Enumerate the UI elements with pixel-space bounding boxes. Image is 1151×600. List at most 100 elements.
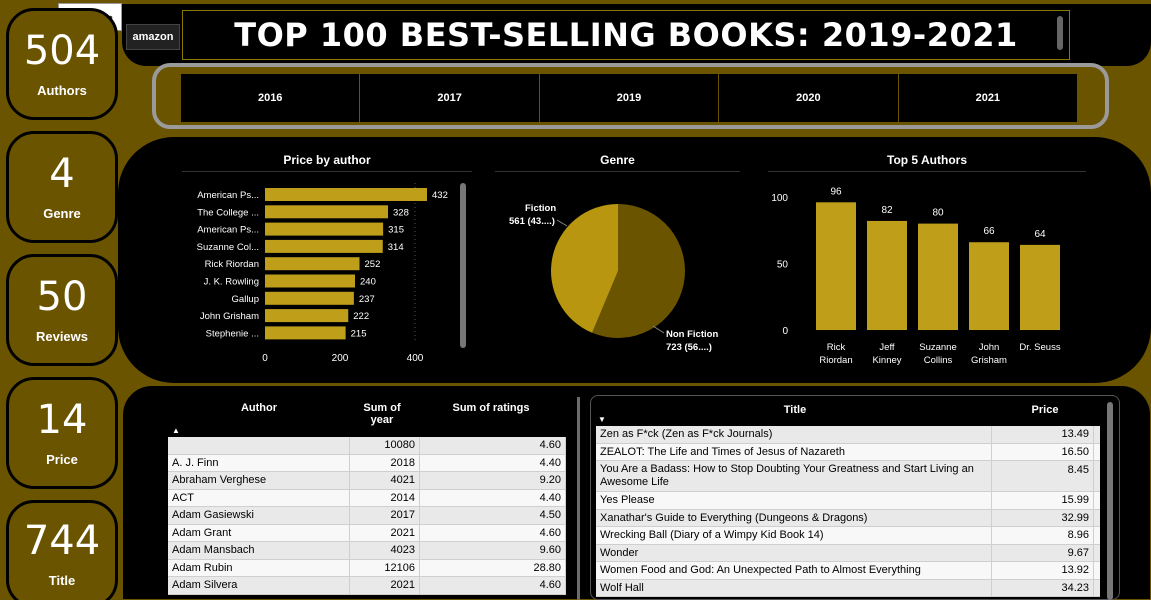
kpi-value: 14	[36, 396, 88, 443]
year-button-2021[interactable]: 2021	[899, 74, 1077, 122]
table-cell: Wonder	[596, 544, 992, 561]
table-cell: 2021	[350, 524, 420, 541]
bar	[265, 188, 427, 201]
bar-category-label: John Grisham	[200, 311, 259, 322]
pie-leader-line	[652, 325, 665, 334]
table-row[interactable]: ZEALOT: The Life and Times of Jesus of N…	[596, 443, 1100, 461]
table-cell: 4023	[350, 542, 420, 559]
table-cell	[168, 437, 350, 454]
table-row[interactable]: Adam Mansbach 4023 9.60	[168, 542, 566, 560]
x-tick-label: 0	[262, 353, 268, 364]
bar	[265, 291, 354, 305]
bar-value-label: 80	[932, 208, 944, 219]
bar-category-label: Rick Riordan	[205, 259, 259, 270]
kpi-card-title: 744 Title	[6, 500, 118, 600]
table-cell: 4.60	[420, 437, 566, 454]
title-column-header[interactable]: Title	[640, 404, 950, 416]
price-chart-scrollbar[interactable]	[460, 183, 466, 348]
table-cell: 13.49	[992, 426, 1094, 443]
pie-value-label: 561 (43....)	[509, 216, 555, 227]
table-cell: 2018	[350, 454, 420, 471]
year-button-2016[interactable]: 2016	[181, 74, 361, 122]
table-row[interactable]: Adam Rubin 12106 28.80	[168, 559, 566, 577]
header-line: Sum of	[363, 402, 401, 414]
bar	[867, 220, 907, 330]
table-row[interactable]: 10080 4.60	[168, 437, 566, 455]
genre-chart-title: Genre	[600, 153, 635, 167]
table-row[interactable]: Adam Silvera 2021 4.60	[168, 577, 566, 595]
year-button-2019[interactable]: 2019	[540, 74, 720, 122]
bar-category-label: Stephenie ...	[206, 328, 259, 339]
table-row[interactable]: Women Food and God: An Unexpected Path t…	[596, 562, 1100, 580]
sort-ascending-icon[interactable]: ▲	[172, 426, 180, 435]
year-button-2017[interactable]: 2017	[360, 74, 540, 122]
title-scrollbar[interactable]	[1057, 16, 1063, 50]
bar	[265, 257, 360, 271]
x-category-label: John	[979, 342, 1000, 353]
table-row[interactable]: Adam Grant 2021 4.60	[168, 524, 566, 542]
amazon-logo: amazon	[126, 24, 180, 50]
table-cell: 4.60	[420, 524, 566, 541]
bar	[265, 222, 384, 236]
title-table-scrollbar[interactable]	[1107, 402, 1113, 600]
sum-of-year-column-header[interactable]: Sum of year	[350, 402, 414, 426]
table-cell: 8.45	[992, 461, 1094, 491]
bar-value-label: 66	[983, 226, 995, 237]
kpi-card-authors: 504 Authors	[6, 8, 118, 120]
top5-authors-chart: 0 50 100 96 Rick Riordan 82 Jeff Kinney 80 Suzanne…	[771, 186, 1061, 366]
table-row[interactable]: A. J. Finn 2018 4.40	[168, 454, 566, 472]
chart-underline	[768, 171, 1086, 172]
bar	[265, 309, 349, 323]
x-category-label: Rick	[827, 342, 846, 353]
table-cell: 16.50	[992, 443, 1094, 460]
x-category-label: Jeff	[879, 342, 895, 353]
table-divider	[577, 397, 580, 600]
sort-descending-icon[interactable]: ▼	[598, 415, 606, 424]
price-by-author-chart: American Ps... 432 The College ... 328 Ameri…	[197, 183, 448, 364]
sum-of-ratings-column-header[interactable]: Sum of ratings	[420, 402, 562, 414]
header-line: year	[370, 414, 394, 426]
year-button-2020[interactable]: 2020	[719, 74, 899, 122]
table-cell: 15.99	[992, 492, 1094, 509]
table-cell: 34.23	[992, 579, 1094, 596]
table-cell: 4.60	[420, 577, 566, 594]
table-row[interactable]: Zen as F*ck (Zen as F*ck Journals) 13.49	[596, 426, 1100, 444]
x-category-label: Collins	[924, 355, 953, 366]
kpi-value: 504	[23, 27, 101, 74]
author-column-header[interactable]: Author	[200, 402, 318, 414]
pie-value-label: 723 (56....)	[666, 342, 712, 353]
x-category-label: Suzanne	[919, 342, 957, 353]
bar-value-label: 96	[830, 186, 842, 197]
table-row[interactable]: Abraham Verghese 4021 9.20	[168, 472, 566, 490]
bar-category-label: American Ps...	[197, 190, 259, 201]
table-cell: 4.40	[420, 489, 566, 506]
x-category-label: Kinney	[872, 355, 901, 366]
table-row[interactable]: ACT 2014 4.40	[168, 489, 566, 507]
bar	[265, 326, 346, 340]
table-cell: 4.50	[420, 507, 566, 524]
table-cell: 32.99	[992, 509, 1094, 526]
kpi-card-reviews: 50 Reviews	[6, 254, 118, 366]
table-cell: Yes Please	[596, 492, 992, 509]
bar	[816, 202, 856, 330]
table-cell: 13.92	[992, 562, 1094, 579]
kpi-label: Authors	[37, 82, 87, 98]
kpi-label: Price	[46, 451, 78, 467]
table-row[interactable]: Wrecking Ball (Diary of a Wimpy Kid Book…	[596, 527, 1100, 545]
table-row[interactable]: Wolf Hall 34.23	[596, 579, 1100, 597]
table-cell: 9.20	[420, 472, 566, 489]
table-cell: 2021	[350, 577, 420, 594]
table-row[interactable]: Wonder 9.67	[596, 544, 1100, 562]
bar-value-label: 240	[360, 277, 376, 288]
y-tick-label: 0	[782, 326, 788, 337]
x-category-label: Riordan	[819, 355, 852, 366]
bar-value-label: 315	[388, 225, 404, 236]
table-row[interactable]: Adam Gasiewski 2017 4.50	[168, 507, 566, 525]
table-row[interactable]: Yes Please 15.99	[596, 492, 1100, 510]
price-column-header[interactable]: Price	[1000, 404, 1090, 416]
table-row[interactable]: You Are a Badass: How to Stop Doubting Y…	[596, 461, 1100, 492]
table-cell: Wrecking Ball (Diary of a Wimpy Kid Book…	[596, 527, 992, 544]
table-row[interactable]: Xanathar's Guide to Everything (Dungeons…	[596, 509, 1100, 527]
y-tick-label: 100	[771, 193, 788, 204]
kpi-value: 50	[36, 273, 88, 320]
